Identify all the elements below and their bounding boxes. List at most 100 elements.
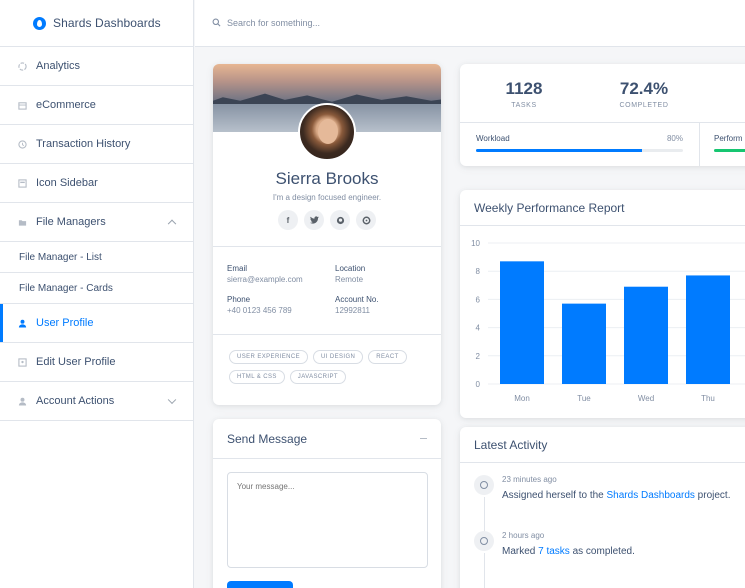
brand-name: Shards Dashboards: [53, 16, 161, 30]
y-tick-label: 6: [476, 295, 481, 304]
sidebar-item-file-manager-cards[interactable]: File Manager - Cards: [0, 273, 193, 304]
workload-bar-fill: [476, 149, 642, 152]
card-title: Send Message: [213, 419, 441, 459]
minimize-icon[interactable]: [420, 438, 427, 439]
send-message-title: Send Message: [227, 431, 308, 446]
facebook-icon[interactable]: f: [278, 210, 298, 230]
analytics-icon: [18, 61, 27, 71]
profile-name: Sierra Brooks: [275, 169, 379, 188]
location-label: Location: [335, 264, 366, 273]
message-textarea[interactable]: [227, 472, 428, 568]
tag[interactable]: USER EXPERIENCE: [229, 350, 309, 364]
send-message-card: Send Message: [213, 419, 441, 588]
activity-text-suffix: as completed.: [569, 546, 635, 557]
sidebar-item-label: Icon Sidebar: [36, 177, 98, 189]
chevron-down-icon: [167, 395, 177, 405]
activity-time: 2 hours ago: [502, 531, 545, 540]
sidebar-item-label: User Profile: [36, 317, 94, 329]
y-tick-label: 4: [476, 324, 481, 333]
bar-tue[interactable]: [562, 303, 606, 384]
tag[interactable]: REACT: [368, 350, 407, 364]
user-icon: [18, 319, 27, 328]
shards-logo-icon: [33, 16, 46, 30]
email-info: Email sierra@example.com: [227, 264, 303, 284]
sidebar-icon: [18, 178, 27, 188]
chevron-up-icon: [167, 219, 177, 229]
search-input[interactable]: [227, 18, 527, 28]
history-icon: [18, 139, 27, 149]
y-tick-label: 8: [476, 267, 481, 276]
bar-wed[interactable]: [624, 286, 668, 384]
sidebar-item-account-actions[interactable]: Account Actions: [0, 382, 193, 421]
latest-activity-title: Latest Activity: [474, 437, 548, 452]
bar-mon[interactable]: [500, 261, 544, 384]
search-icon: [212, 14, 221, 32]
activity-link[interactable]: 7 tasks: [538, 546, 570, 557]
avatar: [298, 103, 356, 161]
sidebar: Shards Dashboards Analytics eCommerce Tr…: [0, 0, 194, 588]
sidebar-item-label: Edit User Profile: [36, 356, 116, 368]
sidebar-item-label: File Manager - List: [19, 251, 102, 263]
weekly-performance-chart: 0 2 4 6 8 10 Mon Tue Wed Thu: [471, 239, 745, 403]
send-button[interactable]: [227, 581, 293, 588]
location-value: Remote: [335, 275, 364, 284]
performance-progress: Perform: [714, 134, 745, 152]
sidebar-item-edit-user-profile[interactable]: Edit User Profile: [0, 343, 193, 382]
sidebar-item-analytics[interactable]: Analytics: [0, 47, 193, 86]
sidebar-item-label: File Manager - Cards: [19, 282, 113, 294]
performance-label: Perform: [714, 134, 743, 143]
sidebar-item-ecommerce[interactable]: eCommerce: [0, 86, 193, 125]
completed-stat: 72.4% COMPLETED: [614, 79, 674, 109]
card-title: Latest Activity: [460, 427, 745, 463]
account-value: 12992811: [335, 306, 370, 315]
y-tick-label: 2: [476, 352, 481, 361]
twitter-icon[interactable]: [304, 210, 324, 230]
email-value: sierra@example.com: [227, 275, 303, 284]
store-icon: [18, 101, 27, 110]
sidebar-item-file-managers[interactable]: File Managers: [0, 203, 193, 242]
performance-bar-fill: [714, 149, 745, 152]
workload-progress: Workload 80%: [476, 134, 683, 152]
sidebar-item-icon-sidebar[interactable]: Icon Sidebar: [0, 164, 193, 203]
account-info: Account No. 12992811: [335, 295, 379, 315]
workload-bar: [476, 149, 683, 152]
clock-icon: [474, 531, 494, 551]
clock-icon: [474, 475, 494, 495]
weekly-performance-card: Weekly Performance Report 0 2 4 6 8 10 Mon Tue W…: [460, 190, 745, 418]
sidebar-item-user-profile[interactable]: User Profile: [0, 304, 193, 343]
weekly-performance-title: Weekly Performance Report: [474, 200, 625, 215]
activity-link[interactable]: Shards Dashboards: [607, 490, 695, 501]
workload-percent: 80%: [666, 134, 683, 143]
bar-thu[interactable]: [686, 275, 730, 384]
activity-text-suffix: project.: [694, 490, 731, 501]
tasks-stat: 1128 TASKS: [500, 79, 548, 109]
github-icon[interactable]: [330, 210, 350, 230]
skill-tags: USER EXPERIENCE UI DESIGN REACT HTML & C…: [229, 350, 429, 384]
phone-value: +40 0123 456 789: [227, 306, 292, 315]
brand[interactable]: Shards Dashboards: [0, 0, 193, 47]
phone-label: Phone: [227, 295, 251, 304]
activity-text-prefix: Assigned herself to the: [502, 490, 607, 501]
tasks-label: TASKS: [511, 102, 537, 109]
slack-icon[interactable]: [356, 210, 376, 230]
email-label: Email: [227, 264, 248, 273]
sidebar-item-label: eCommerce: [36, 99, 96, 111]
activity-text: Marked 7 tasks as completed.: [502, 546, 635, 557]
sidebar-item-label: Account Actions: [36, 395, 115, 407]
folder-icon: [18, 218, 27, 227]
stats-card: 1128 TASKS 72.4% COMPLETED Workload 80% …: [460, 64, 745, 166]
activity-text: Assigned herself to the Shards Dashboard…: [502, 490, 730, 501]
tag[interactable]: HTML & CSS: [229, 370, 285, 384]
tag[interactable]: JAVASCRIPT: [289, 370, 346, 384]
sidebar-item-transaction-history[interactable]: Transaction History: [0, 125, 193, 164]
x-tick-label: Tue: [577, 394, 591, 403]
sidebar-item-label: Transaction History: [36, 138, 131, 150]
workload-label: Workload: [476, 134, 510, 143]
sidebar-item-file-manager-list[interactable]: File Manager - List: [0, 242, 193, 273]
account-label: Account No.: [335, 295, 379, 304]
y-tick-label: 10: [471, 239, 480, 248]
tag[interactable]: UI DESIGN: [313, 350, 364, 364]
completed-label: COMPLETED: [619, 102, 669, 109]
x-tick-label: Wed: [638, 394, 654, 403]
social-links: f: [213, 210, 441, 230]
